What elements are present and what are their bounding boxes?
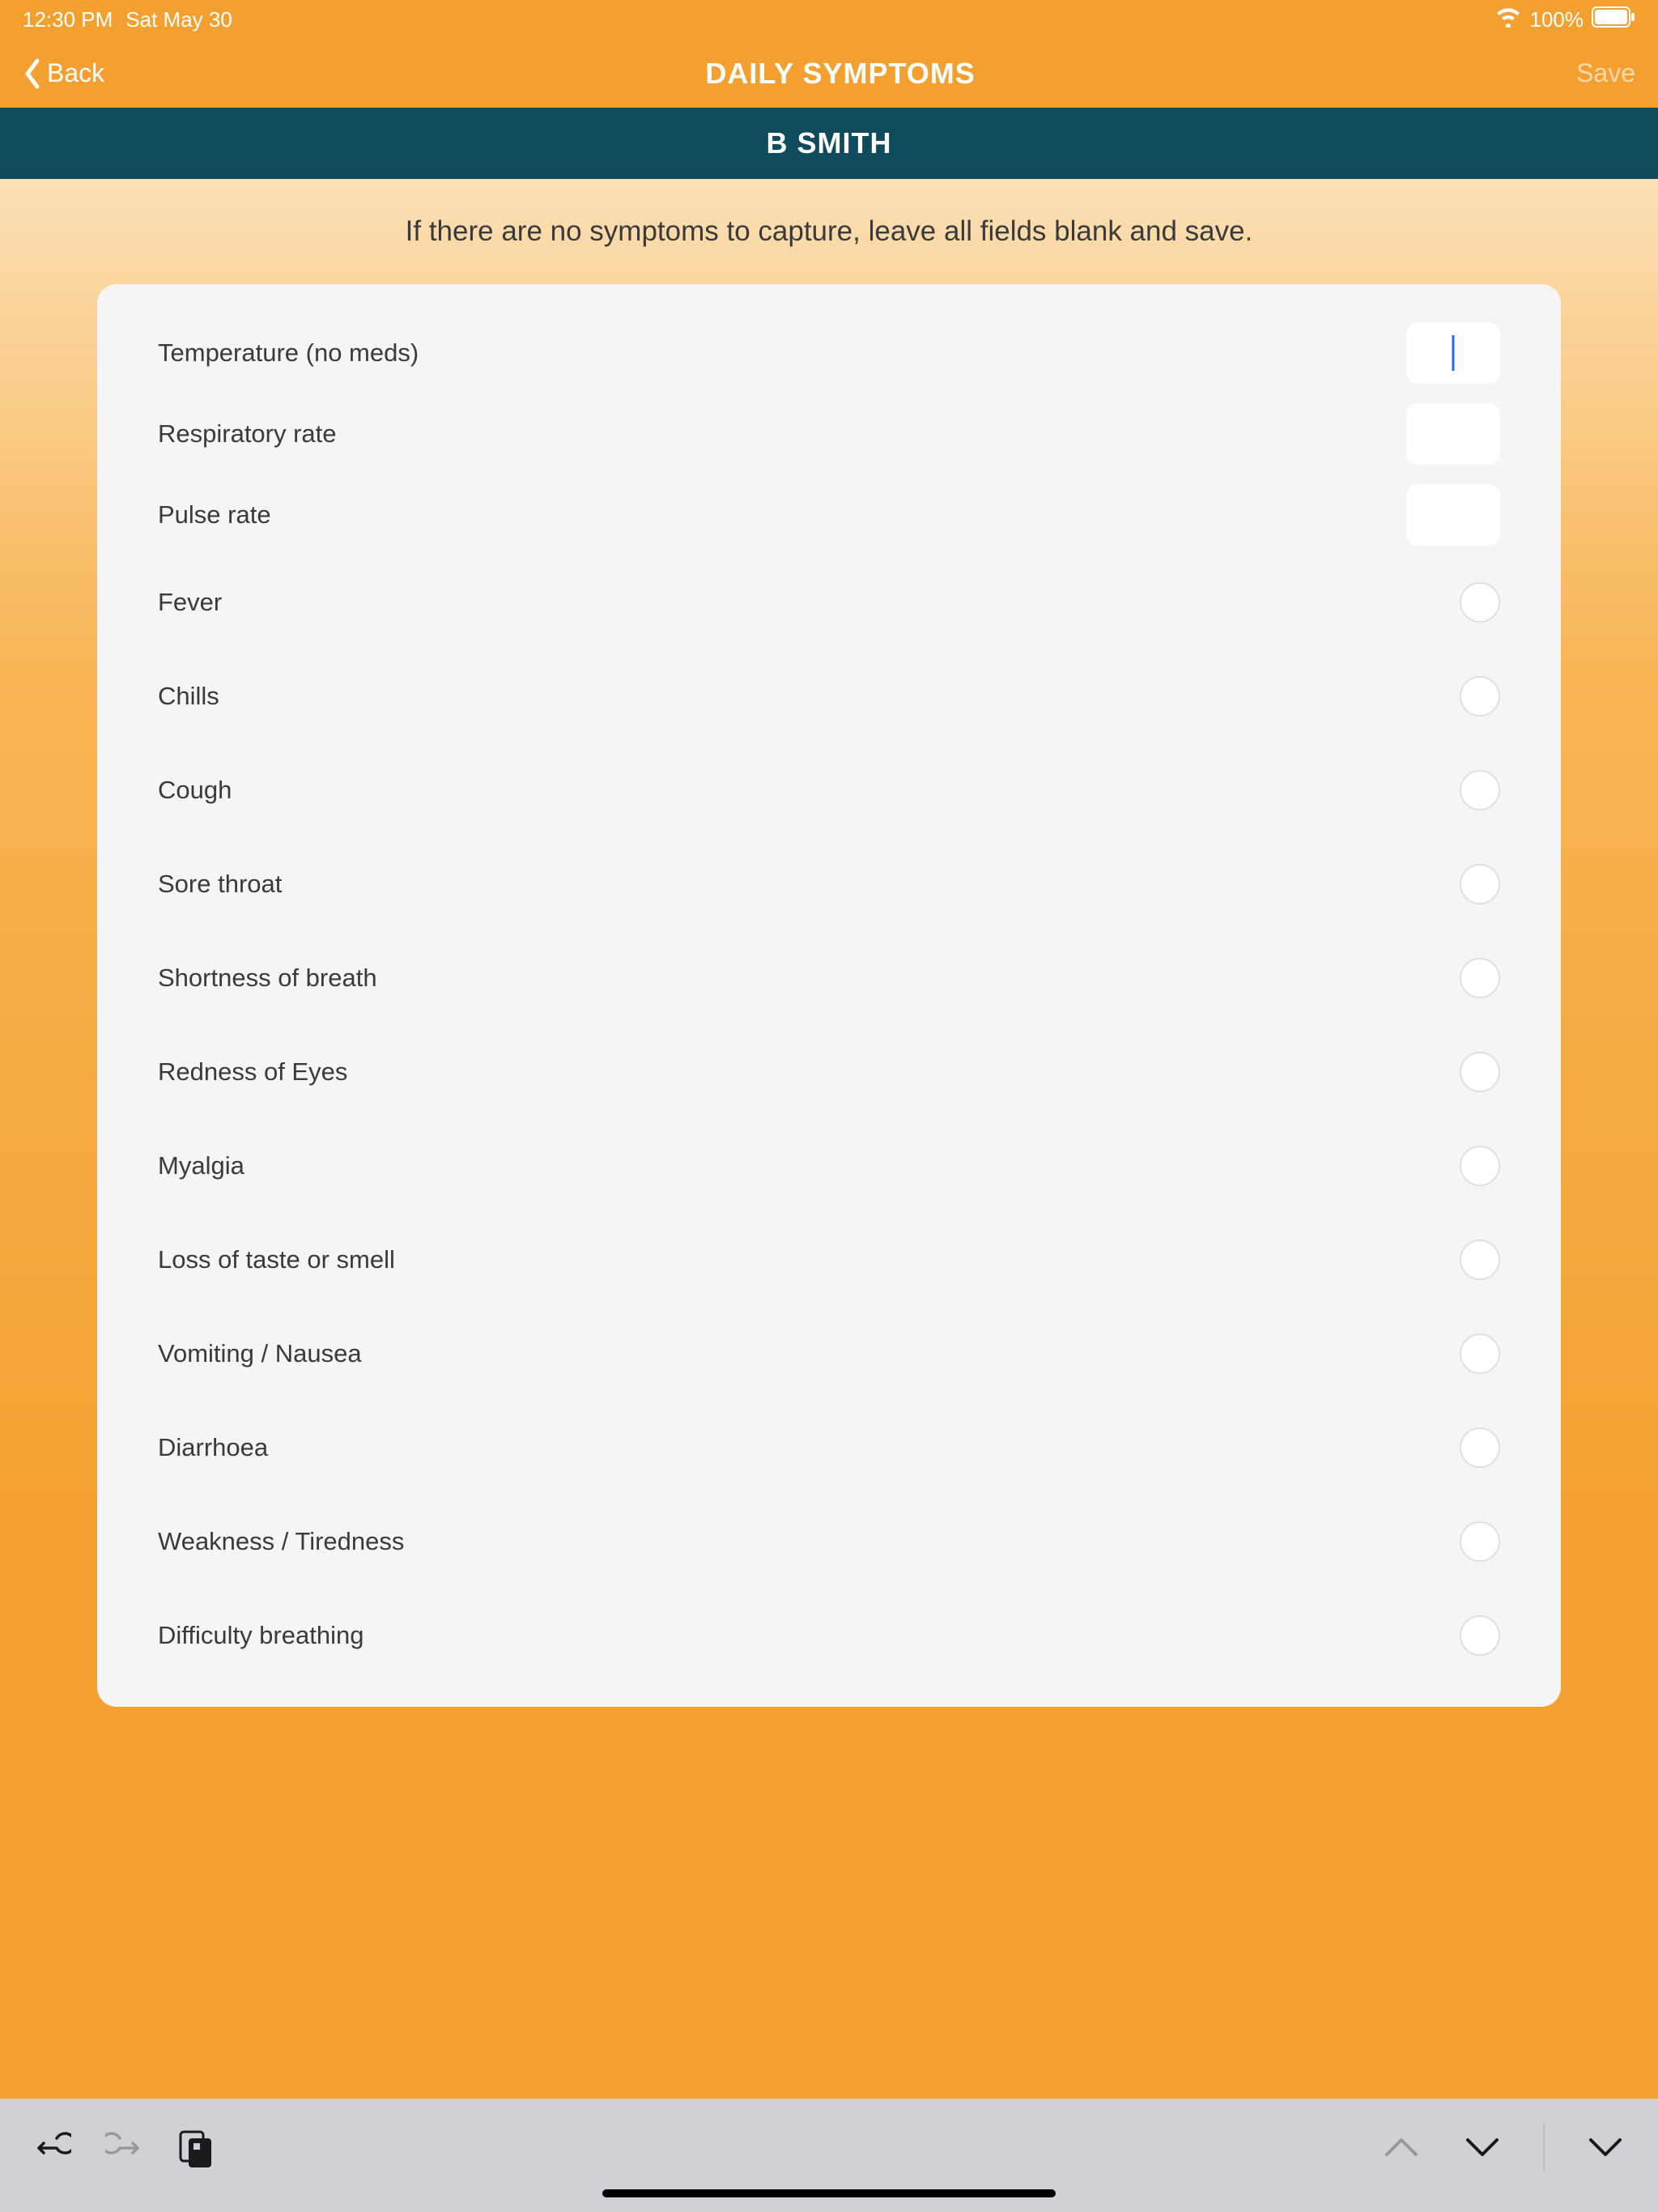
redo-button[interactable] (104, 2127, 144, 2167)
symptom-toggle[interactable] (1460, 676, 1500, 717)
wifi-icon (1494, 6, 1522, 33)
row-label: Loss of taste or smell (158, 1245, 395, 1274)
row-label: Myalgia (158, 1151, 244, 1180)
save-button[interactable]: Save (1576, 58, 1635, 88)
prev-field-button[interactable] (1381, 2127, 1422, 2167)
patient-name: B SMITH (767, 126, 892, 160)
status-date: Sat May 30 (125, 7, 232, 32)
row-label: Cough (158, 776, 232, 805)
patient-name-bar: B SMITH (0, 108, 1658, 179)
row-label: Redness of Eyes (158, 1057, 347, 1087)
symptom-row: Cough (158, 743, 1500, 837)
back-button[interactable]: Back (23, 57, 104, 90)
chevron-left-icon (23, 57, 42, 90)
numeric-input[interactable] (1406, 403, 1500, 465)
page-title: DAILY SYMPTOMS (705, 57, 975, 91)
numeric-row: Pulse rate (158, 474, 1500, 555)
symptom-row: Difficulty breathing (158, 1589, 1500, 1682)
symptom-toggle[interactable] (1460, 958, 1500, 998)
instruction-text: If there are no symptoms to capture, lea… (0, 179, 1658, 284)
symptom-toggle[interactable] (1460, 1334, 1500, 1374)
row-label: Chills (158, 682, 219, 711)
symptom-row: Redness of Eyes (158, 1025, 1500, 1119)
row-label: Sore throat (158, 870, 282, 899)
next-field-button[interactable] (1462, 2127, 1503, 2167)
symptom-row: Fever (158, 555, 1500, 649)
row-label: Shortness of breath (158, 963, 377, 993)
status-left: 12:30 PM Sat May 30 (23, 7, 232, 32)
symptom-row: Sore throat (158, 837, 1500, 931)
symptom-row: Vomiting / Nausea (158, 1307, 1500, 1401)
symptom-toggle[interactable] (1460, 1521, 1500, 1562)
undo-button[interactable] (32, 2127, 73, 2167)
symptom-toggle[interactable] (1460, 1052, 1500, 1092)
symptom-toggle[interactable] (1460, 770, 1500, 810)
numeric-input[interactable] (1406, 484, 1500, 546)
row-label: Fever (158, 588, 222, 617)
content: If there are no symptoms to capture, lea… (0, 179, 1658, 2099)
numeric-row: Temperature (no meds) (158, 313, 1500, 393)
nav-bar: Back DAILY SYMPTOMS Save (0, 39, 1658, 108)
status-time: 12:30 PM (23, 7, 113, 32)
paste-button[interactable] (175, 2127, 215, 2167)
row-label: Temperature (no meds) (158, 338, 419, 368)
symptom-row: Loss of taste or smell (158, 1213, 1500, 1307)
symptom-toggle[interactable] (1460, 1146, 1500, 1186)
symptom-row: Myalgia (158, 1119, 1500, 1213)
numeric-input[interactable] (1406, 322, 1500, 384)
status-right: 100% (1494, 6, 1636, 33)
symptom-toggle[interactable] (1460, 1240, 1500, 1280)
row-label: Difficulty breathing (158, 1621, 363, 1650)
symptom-toggle[interactable] (1460, 582, 1500, 623)
battery-percent: 100% (1530, 7, 1584, 32)
row-label: Respiratory rate (158, 419, 337, 449)
symptom-row: Chills (158, 649, 1500, 743)
symptom-toggle[interactable] (1460, 864, 1500, 904)
dismiss-keyboard-button[interactable] (1585, 2127, 1626, 2167)
row-label: Vomiting / Nausea (158, 1339, 362, 1368)
toolbar-separator (1543, 2123, 1545, 2172)
battery-icon (1592, 6, 1635, 33)
symptom-row: Diarrhoea (158, 1401, 1500, 1495)
symptom-card: Temperature (no meds) Respiratory rate Pul… (97, 284, 1561, 1707)
back-label: Back (47, 58, 104, 88)
toolbar-left (32, 2127, 215, 2167)
status-bar: 12:30 PM Sat May 30 100% (0, 0, 1658, 39)
home-indicator[interactable] (602, 2189, 1056, 2197)
symptom-row: Shortness of breath (158, 931, 1500, 1025)
symptom-toggle[interactable] (1460, 1615, 1500, 1656)
symptom-row: Weakness / Tiredness (158, 1495, 1500, 1589)
toolbar-right (1381, 2123, 1626, 2172)
row-label: Weakness / Tiredness (158, 1527, 404, 1556)
row-label: Diarrhoea (158, 1433, 268, 1462)
row-label: Pulse rate (158, 500, 271, 530)
numeric-row: Respiratory rate (158, 393, 1500, 474)
symptom-toggle[interactable] (1460, 1427, 1500, 1468)
